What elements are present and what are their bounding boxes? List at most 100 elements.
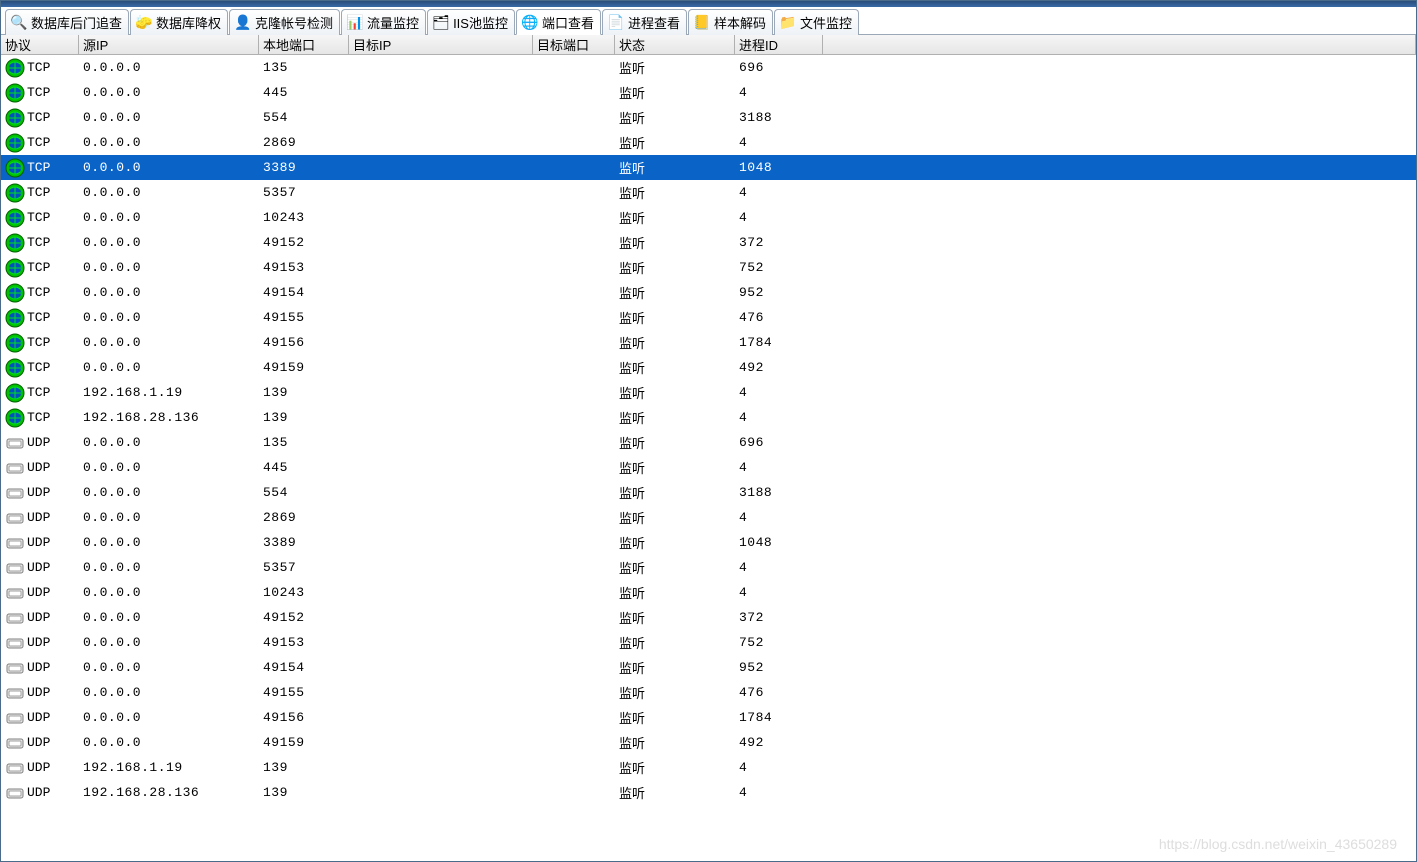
table-row[interactable]: TCP0.0.0.010243监听4: [1, 205, 1416, 230]
table-row[interactable]: TCP192.168.28.136139监听4: [1, 405, 1416, 430]
protocol-text: TCP: [27, 85, 50, 100]
cell-filler: [823, 730, 1416, 755]
table-row[interactable]: TCP0.0.0.0135监听696: [1, 55, 1416, 80]
table-row[interactable]: UDP0.0.0.049153监听752: [1, 630, 1416, 655]
table-row[interactable]: UDP0.0.0.02869监听4: [1, 505, 1416, 530]
table-row[interactable]: UDP192.168.28.136139监听4: [1, 780, 1416, 805]
cell-state: 监听: [615, 430, 735, 455]
table-row[interactable]: TCP192.168.1.19139监听4: [1, 380, 1416, 405]
cell-filler: [823, 530, 1416, 555]
globe-icon: [5, 158, 25, 178]
table-row[interactable]: TCP0.0.0.049155监听476: [1, 305, 1416, 330]
tab-6[interactable]: 📄进程查看: [602, 9, 687, 35]
cell-process-id: 4: [735, 755, 823, 780]
protocol-text: TCP: [27, 210, 50, 225]
cell-process-id: 476: [735, 305, 823, 330]
table-row[interactable]: TCP0.0.0.0445监听4: [1, 80, 1416, 105]
cell-protocol: TCP: [1, 380, 79, 405]
table-row[interactable]: TCP0.0.0.03389监听1048: [1, 155, 1416, 180]
table-row[interactable]: TCP0.0.0.049153监听752: [1, 255, 1416, 280]
cell-source-ip: 0.0.0.0: [79, 555, 259, 580]
protocol-text: UDP: [27, 460, 50, 475]
tab-4[interactable]: 🗂IIS池监控: [427, 9, 515, 35]
table-row[interactable]: TCP0.0.0.049152监听372: [1, 230, 1416, 255]
protocol-text: TCP: [27, 160, 50, 175]
cell-protocol: TCP: [1, 155, 79, 180]
tab-5[interactable]: 🌐端口查看: [516, 9, 601, 35]
col-state[interactable]: 状态: [615, 35, 735, 54]
cell-process-id: 4: [735, 180, 823, 205]
globe-icon: [5, 358, 25, 378]
cell-target-port: [533, 280, 615, 305]
drive-icon: [5, 483, 25, 503]
cell-source-ip: 192.168.1.19: [79, 380, 259, 405]
cell-filler: [823, 455, 1416, 480]
protocol-text: TCP: [27, 260, 50, 275]
cell-local-port: 139: [259, 755, 349, 780]
cell-target-ip: [349, 530, 533, 555]
col-protocol[interactable]: 协议: [1, 35, 79, 54]
table-row[interactable]: TCP0.0.0.049154监听952: [1, 280, 1416, 305]
cell-target-ip: [349, 605, 533, 630]
tab-1[interactable]: 🧽数据库降权: [130, 9, 228, 35]
table-row[interactable]: UDP0.0.0.05357监听4: [1, 555, 1416, 580]
table-body[interactable]: TCP0.0.0.0135监听696TCP0.0.0.0445监听4TCP0.0…: [1, 55, 1416, 861]
table-row[interactable]: UDP0.0.0.049156监听1784: [1, 705, 1416, 730]
cell-filler: [823, 580, 1416, 605]
cell-protocol: TCP: [1, 105, 79, 130]
table-row[interactable]: TCP0.0.0.049156监听1784: [1, 330, 1416, 355]
cell-protocol: TCP: [1, 255, 79, 280]
table-row[interactable]: UDP0.0.0.049152监听372: [1, 605, 1416, 630]
col-local-port[interactable]: 本地端口: [259, 35, 349, 54]
col-target-ip[interactable]: 目标IP: [349, 35, 533, 54]
cell-target-ip: [349, 305, 533, 330]
cell-state: 监听: [615, 255, 735, 280]
cell-target-port: [533, 780, 615, 805]
col-target-port[interactable]: 目标端口: [533, 35, 615, 54]
cell-target-port: [533, 430, 615, 455]
table-row[interactable]: UDP0.0.0.049159监听492: [1, 730, 1416, 755]
table-row[interactable]: UDP0.0.0.049154监听952: [1, 655, 1416, 680]
tab-2[interactable]: 👤克隆帐号检测: [229, 9, 340, 35]
tab-8[interactable]: 📁文件监控: [774, 9, 859, 35]
cell-target-port: [533, 230, 615, 255]
cell-filler: [823, 505, 1416, 530]
tab-3[interactable]: 📊流量监控: [341, 9, 426, 35]
cell-filler: [823, 280, 1416, 305]
tab-7[interactable]: 📒样本解码: [688, 9, 773, 35]
table-row[interactable]: UDP0.0.0.0135监听696: [1, 430, 1416, 455]
table-row[interactable]: UDP0.0.0.0554监听3188: [1, 480, 1416, 505]
cell-target-ip: [349, 680, 533, 705]
table-row[interactable]: UDP0.0.0.03389监听1048: [1, 530, 1416, 555]
col-source-ip[interactable]: 源IP: [79, 35, 259, 54]
cell-local-port: 49159: [259, 355, 349, 380]
cell-process-id: 4: [735, 455, 823, 480]
table-row[interactable]: UDP0.0.0.0445监听4: [1, 455, 1416, 480]
protocol-text: UDP: [27, 635, 50, 650]
table-row[interactable]: UDP0.0.0.010243监听4: [1, 580, 1416, 605]
globe-icon: [5, 183, 25, 203]
table-row[interactable]: TCP0.0.0.05357监听4: [1, 180, 1416, 205]
cell-state: 监听: [615, 55, 735, 80]
table-row[interactable]: TCP0.0.0.049159监听492: [1, 355, 1416, 380]
cell-protocol: UDP: [1, 780, 79, 805]
cell-source-ip: 0.0.0.0: [79, 305, 259, 330]
cell-target-ip: [349, 330, 533, 355]
table-row[interactable]: TCP0.0.0.0554监听3188: [1, 105, 1416, 130]
cell-process-id: 4: [735, 405, 823, 430]
cell-state: 监听: [615, 630, 735, 655]
cell-local-port: 49155: [259, 305, 349, 330]
table-row[interactable]: UDP192.168.1.19139监听4: [1, 755, 1416, 780]
cell-target-port: [533, 105, 615, 130]
file-icon: 📁: [779, 14, 797, 32]
table-row[interactable]: TCP0.0.0.02869监听4: [1, 130, 1416, 155]
tab-0[interactable]: 🔍数据库后门追查: [5, 9, 129, 35]
cell-process-id: 1048: [735, 530, 823, 555]
cell-target-ip: [349, 580, 533, 605]
table-row[interactable]: UDP0.0.0.049155监听476: [1, 680, 1416, 705]
cell-source-ip: 0.0.0.0: [79, 680, 259, 705]
protocol-text: TCP: [27, 185, 50, 200]
col-process-id[interactable]: 进程ID: [735, 35, 823, 54]
cell-target-port: [533, 680, 615, 705]
cell-target-port: [533, 255, 615, 280]
